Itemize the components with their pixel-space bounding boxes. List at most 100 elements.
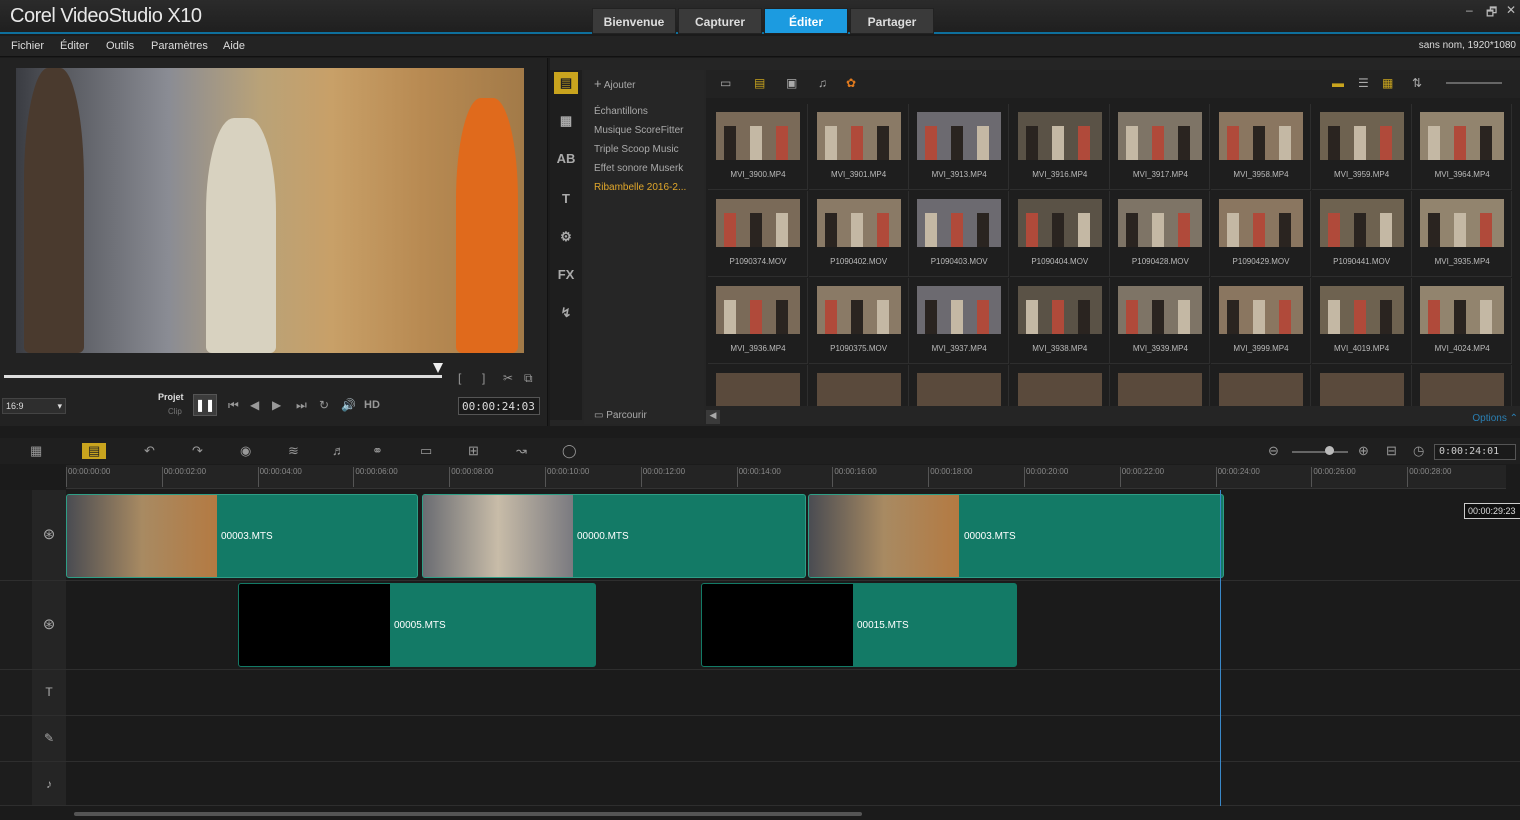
media-thumbnail[interactable]: P1090429.MOV <box>1211 191 1311 277</box>
tab-capturer[interactable]: Capturer <box>678 8 762 34</box>
path-icon[interactable]: ↯ <box>554 302 578 324</box>
close-button[interactable]: ✕ <box>1506 3 1516 17</box>
media-thumbnail[interactable] <box>1312 365 1412 406</box>
tab-partager[interactable]: Partager <box>850 8 934 34</box>
filter-fx-icon[interactable]: FX <box>554 264 578 286</box>
collapse-library-icon[interactable]: ◀ <box>706 410 720 424</box>
timeline-timecode[interactable]: 0:00:24:01 <box>1434 444 1516 460</box>
media-thumbnail[interactable]: MVI_3935.MP4 <box>1412 191 1513 277</box>
folder-musique-scorefitter[interactable]: Musique ScoreFitter <box>594 125 683 136</box>
hd-preview-button[interactable]: HD <box>364 399 380 411</box>
photo-filter-icon[interactable]: ▣ <box>786 76 797 90</box>
menu-aide[interactable]: Aide <box>223 40 245 52</box>
view-grid-icon[interactable]: ▦ <box>1382 76 1393 90</box>
folder-icon[interactable]: ▭ <box>720 76 731 90</box>
media-thumbnail[interactable]: MVI_3936.MP4 <box>708 278 808 364</box>
timecode-field[interactable]: 00:00:24:03 <box>458 397 540 415</box>
media-thumbnail[interactable]: MVI_4019.MP4 <box>1311 278 1412 364</box>
repeat-icon[interactable]: ↻ <box>319 398 329 412</box>
subtitle-editor-icon[interactable]: ▭ <box>420 443 432 459</box>
media-thumbnail[interactable]: P1090403.MOV <box>909 191 1010 277</box>
media-thumbnail[interactable]: MVI_3958.MP4 <box>1211 104 1311 190</box>
undo-icon[interactable]: ↶ <box>144 443 155 459</box>
mark-out-icon[interactable]: ] <box>482 371 485 385</box>
media-thumbnail[interactable]: MVI_3916.MP4 <box>1009 104 1110 190</box>
scrubber-bar[interactable] <box>4 375 442 378</box>
sort-icon[interactable]: ⇅ <box>1412 76 1422 90</box>
record-capture-icon[interactable]: ◉ <box>240 443 251 459</box>
menu-fichier[interactable]: Fichier <box>11 40 44 52</box>
menu-editer[interactable]: Éditer <box>60 40 89 52</box>
media-thumbnail[interactable]: MVI_3939.MP4 <box>1110 278 1211 364</box>
folder-echantillons[interactable]: Échantillons <box>594 106 648 117</box>
media-thumbnail[interactable]: MVI_3959.MP4 <box>1311 104 1412 190</box>
zoom-slider[interactable] <box>1292 451 1348 453</box>
browse-button[interactable]: ▭ Parcourir <box>594 410 647 421</box>
media-thumbnail[interactable] <box>809 365 909 406</box>
media-thumbnail[interactable] <box>1110 365 1211 406</box>
view-list-icon[interactable]: ☰ <box>1358 76 1369 90</box>
media-thumbnail[interactable]: MVI_3901.MP4 <box>808 104 909 190</box>
fit-project-icon[interactable]: ⊟ <box>1386 443 1397 459</box>
folder-ribambelle[interactable]: Ribambelle 2016-2... <box>594 182 686 193</box>
video-preview[interactable] <box>16 68 524 353</box>
media-thumbnail[interactable]: MVI_3937.MP4 <box>909 278 1010 364</box>
media-thumbnail[interactable]: MVI_4024.MP4 <box>1412 278 1513 364</box>
sound-mixer-icon[interactable]: ≋ <box>288 443 299 459</box>
storyboard-view-icon[interactable]: ▦ <box>30 443 42 459</box>
media-thumbnail[interactable] <box>1412 365 1513 406</box>
media-thumbnail[interactable]: MVI_3913.MP4 <box>909 104 1010 190</box>
scrubber-head[interactable] <box>433 363 443 373</box>
overlay-clip[interactable]: 00015.MTS <box>701 583 1017 667</box>
previous-frame-icon[interactable]: ◀ <box>250 398 259 412</box>
media-thumbnail[interactable] <box>1010 365 1110 406</box>
thumbnail-size-slider[interactable] <box>1446 82 1502 84</box>
media-thumbnail[interactable]: P1090375.MOV <box>808 278 909 364</box>
media-thumbnail[interactable]: P1090374.MOV <box>708 191 808 277</box>
video-clip[interactable]: 00000.MTS <box>422 494 806 578</box>
media-thumbnail[interactable]: MVI_3964.MP4 <box>1412 104 1513 190</box>
media-thumbnail[interactable]: P1090404.MOV <box>1009 191 1110 277</box>
options-button[interactable]: Options ⌃ <box>1472 413 1518 424</box>
timeline-scrollbar[interactable] <box>74 812 862 816</box>
restore-button[interactable]: 🗗 <box>1486 3 1497 24</box>
end-icon[interactable]: ⏭ <box>296 398 307 413</box>
auto-music-icon[interactable]: ♬ <box>332 443 345 458</box>
menu-outils[interactable]: Outils <box>106 40 134 52</box>
media-thumbnail[interactable]: P1090402.MOV <box>808 191 909 277</box>
graphics-icon[interactable]: ⚙ <box>554 226 578 248</box>
media-thumbnail[interactable] <box>1211 365 1311 406</box>
video-clip[interactable]: 00003.MTS <box>808 494 1224 578</box>
redo-icon[interactable]: ↷ <box>192 443 203 459</box>
multi-camera-icon[interactable]: ⊞ <box>468 443 479 459</box>
home-icon[interactable]: ⏮ <box>228 398 239 413</box>
project-mode[interactable]: Projet <box>158 392 184 402</box>
pause-button[interactable]: ❚❚ <box>193 394 217 416</box>
next-frame-icon[interactable]: ▶ <box>272 398 281 412</box>
clip-mode[interactable]: Clip <box>168 407 182 416</box>
view-thumbnails-icon[interactable]: ▬ <box>1332 76 1344 90</box>
media-thumbnail[interactable] <box>708 365 808 406</box>
media-thumbnail[interactable]: P1090441.MOV <box>1311 191 1412 277</box>
tab-editer[interactable]: Éditer <box>764 8 848 34</box>
instant-project-icon[interactable]: ▦ <box>554 110 578 132</box>
timeline-view-icon[interactable]: ▤ <box>82 443 107 459</box>
folder-effet-sonore[interactable]: Effet sonore Muserk <box>594 163 683 174</box>
enlarge-icon[interactable]: ⧉ <box>524 371 533 386</box>
menu-parametres[interactable]: Paramètres <box>151 40 208 52</box>
media-thumbnail[interactable]: MVI_3900.MP4 <box>708 104 808 190</box>
title-icon[interactable]: T <box>554 188 578 210</box>
media-thumbnail[interactable] <box>909 365 1010 406</box>
folder-triple-scoop[interactable]: Triple Scoop Music <box>594 144 679 155</box>
media-thumbnail[interactable]: MVI_3938.MP4 <box>1009 278 1110 364</box>
zoom-slider-thumb[interactable] <box>1325 446 1334 455</box>
minimize-button[interactable]: – <box>1466 3 1473 17</box>
volume-icon[interactable]: 🔊 <box>341 398 356 412</box>
tab-bienvenue[interactable]: Bienvenue <box>592 8 676 34</box>
aspect-select[interactable]: 16:9 ▾ <box>2 398 66 414</box>
media-thumbnail[interactable]: P1090428.MOV <box>1110 191 1211 277</box>
effects-filter-icon[interactable]: ✿ <box>846 76 856 90</box>
overlay-clip[interactable]: 00005.MTS <box>238 583 596 667</box>
timeline-ruler[interactable]: 00:00:00:00 00:00:02:00 00:00:04:00 00:00:0… <box>66 465 1506 489</box>
playhead-line[interactable] <box>1220 490 1221 806</box>
